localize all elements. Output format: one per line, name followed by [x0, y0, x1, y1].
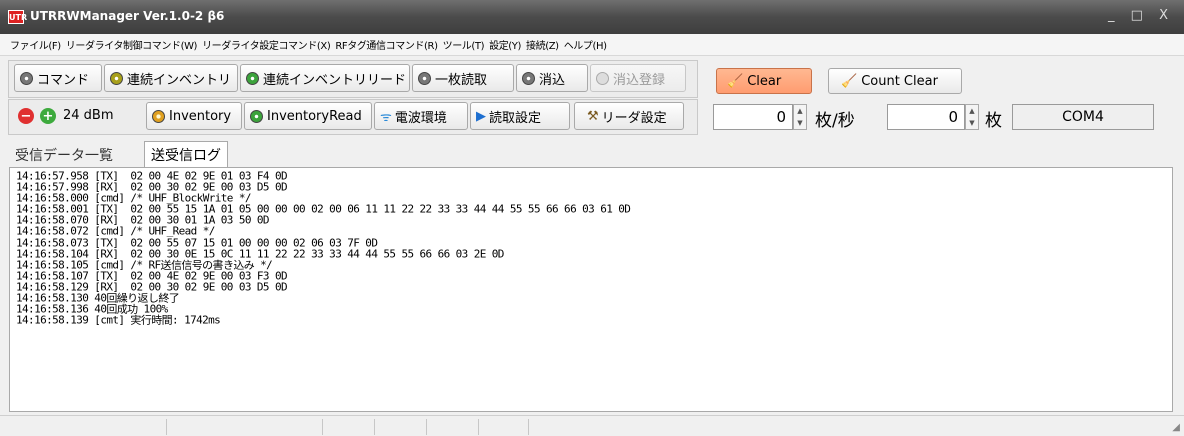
count-stepper[interactable]: ▲ ▼	[965, 104, 979, 130]
log-line: 14:16:58.130 40回繰り返し終了	[16, 292, 180, 305]
erase-button[interactable]: 消込	[516, 64, 588, 92]
status-divider	[322, 419, 323, 435]
log-text-area[interactable]: 14:16:57.958 [TX] 02 00 4E 02 9E 01 03 F…	[9, 167, 1173, 412]
status-divider	[478, 419, 479, 435]
tab-received-data[interactable]: 受信データ一覧	[9, 142, 119, 166]
menu-file[interactable]: ファイル(F)	[10, 37, 61, 52]
status-bar: ◢	[0, 415, 1184, 436]
log-line: 14:16:58.107 [TX] 02 00 4E 02 9E 00 03 F…	[16, 269, 288, 283]
bookmark-icon: ▶	[476, 108, 486, 124]
record-dot-icon	[418, 71, 431, 85]
record-dot-icon	[250, 109, 263, 123]
menu-help[interactable]: ヘルプ(H)	[564, 37, 607, 52]
continuous-inventory-button[interactable]: 連続インベントリ	[104, 64, 238, 92]
record-dot-icon	[522, 71, 535, 85]
record-dot-icon	[246, 71, 259, 85]
log-line: 14:16:58.129 [RX] 02 00 30 02 9E 00 03 D…	[16, 280, 288, 294]
status-divider	[374, 419, 375, 435]
menu-settings[interactable]: 設定(Y)	[489, 37, 521, 52]
log-line: 14:16:58.105 [cmd] /* RF送信信号の書き込み */	[16, 258, 273, 272]
window-title: UTRRWManager Ver.1.0-2 β6	[30, 9, 225, 23]
menu-tools[interactable]: ツール(T)	[443, 37, 485, 52]
record-dot-icon	[110, 71, 123, 85]
inventory-button[interactable]: Inventory	[146, 102, 242, 130]
decrease-power-icon[interactable]: −	[18, 108, 34, 124]
broom-icon: 🧹	[841, 73, 858, 89]
status-divider	[528, 419, 529, 435]
increase-power-icon[interactable]: +	[40, 108, 56, 124]
log-line: 14:16:58.104 [RX] 02 00 30 0E 15 0C 11 1…	[16, 247, 504, 261]
clear-button[interactable]: 🧹 Clear	[716, 68, 812, 94]
continuous-inventory-read-button[interactable]: 連続インベントリリード	[240, 64, 410, 92]
command-button[interactable]: コマンド	[14, 64, 102, 92]
record-dot-icon	[152, 109, 165, 123]
read-settings-button[interactable]: ▶ 読取設定	[470, 102, 570, 130]
status-divider	[426, 419, 427, 435]
menu-rw-settings[interactable]: リーダライタ設定コマンド(X)	[202, 37, 331, 52]
tab-send-receive-log[interactable]: 送受信ログ	[144, 141, 228, 167]
log-line: 14:16:58.072 [cmd] /* UHF_Read */	[16, 225, 215, 238]
rate-unit: 枚/秒	[815, 111, 855, 131]
menu-rf-tag[interactable]: RFタグ通信コマンド(R)	[335, 37, 438, 52]
count-unit: 枚	[985, 111, 1002, 131]
log-line: 14:16:57.998 [RX] 02 00 30 02 9E 00 03 D…	[16, 181, 288, 194]
title-bar: UTR UTRRWManager Ver.1.0-2 β6 _ □ X	[0, 0, 1184, 34]
rate-stepper[interactable]: ▲ ▼	[793, 104, 807, 130]
com-port-display: COM4	[1012, 104, 1154, 130]
count-field[interactable]: 0	[887, 104, 965, 130]
rate-field[interactable]: 0	[713, 104, 793, 130]
app-logo-icon: UTR	[8, 10, 27, 24]
status-divider	[166, 419, 167, 435]
radio-environment-button[interactable]: ᯤ 電波環境	[374, 102, 468, 130]
single-read-button[interactable]: 一枚読取	[412, 64, 514, 92]
menu-rw-control[interactable]: リーダライタ制御コマンド(W)	[66, 37, 198, 52]
inventory-read-button[interactable]: InventoryRead	[244, 102, 372, 130]
erase-register-button[interactable]: 消込登録	[590, 64, 686, 92]
broom-icon: 🧹	[727, 73, 744, 89]
power-level: 24 dBm	[63, 108, 114, 123]
menu-bar: ファイル(F) リーダライタ制御コマンド(W) リーダライタ設定コマンド(X) …	[0, 34, 1184, 56]
menu-connect[interactable]: 接続(Z)	[526, 37, 559, 52]
tools-icon: ⚒	[587, 108, 599, 124]
record-dot-icon	[20, 71, 33, 85]
log-line: 14:16:58.139 [cmt] 実行時間: 1742ms	[16, 314, 221, 327]
window-controls[interactable]: _ □ X	[1108, 8, 1174, 23]
register-icon	[596, 71, 609, 85]
resize-grip-icon[interactable]: ◢	[1172, 422, 1180, 433]
log-line: 14:16:57.958 [TX] 02 00 4E 02 9E 01 03 F…	[16, 170, 288, 183]
wifi-icon: ᯤ	[380, 110, 392, 125]
reader-settings-button[interactable]: ⚒ リーダ設定	[574, 102, 684, 130]
log-line: 14:16:58.073 [TX] 02 00 55 07 15 01 00 0…	[16, 236, 378, 249]
count-clear-button[interactable]: 🧹 Count Clear	[828, 68, 962, 94]
